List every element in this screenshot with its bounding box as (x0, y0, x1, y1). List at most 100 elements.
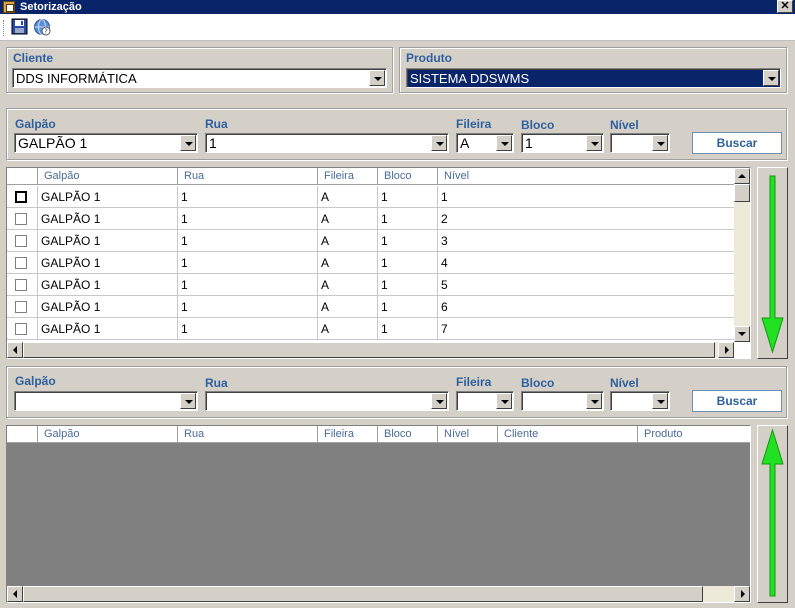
cell-fileira: A (317, 252, 377, 274)
galpao-value: GALPÃO 1 (18, 136, 88, 151)
bloco-combobox[interactable] (521, 391, 604, 411)
table-row[interactable]: GALPÃO 1 1 A 1 3 (7, 230, 735, 252)
chevron-down-icon[interactable] (586, 135, 602, 151)
scroll-thumb[interactable] (23, 586, 703, 602)
fileira-combobox[interactable]: A (456, 133, 514, 153)
table-row[interactable]: GALPÃO 1 1 A 1 4 (7, 252, 735, 274)
grid-bottom-header: Galpão Rua Fileira Bloco Nível Cliente P… (7, 426, 750, 443)
cell-galpao: GALPÃO 1 (37, 208, 177, 230)
row-checkbox[interactable] (15, 235, 27, 247)
cell-galpao: GALPÃO 1 (37, 296, 177, 318)
table-row[interactable]: GALPÃO 1 1 A 1 1 (7, 186, 735, 208)
move-up-button[interactable] (757, 425, 788, 603)
cell-bloco: 1 (377, 274, 437, 296)
bloco-label: Bloco (521, 118, 555, 132)
galpao-combobox[interactable]: GALPÃO 1 (14, 133, 198, 153)
bloco-value: 1 (525, 136, 533, 151)
col-nivel[interactable]: Nível (437, 168, 735, 185)
grid-top-vscrollbar[interactable] (734, 168, 750, 342)
cell-rua: 1 (177, 296, 317, 318)
col-fileira[interactable]: Fileira (317, 168, 377, 185)
row-checkbox[interactable] (15, 213, 27, 225)
chevron-down-icon[interactable] (652, 393, 668, 409)
chevron-down-icon[interactable] (586, 393, 602, 409)
chevron-down-icon[interactable] (431, 135, 447, 151)
row-checkbox[interactable] (15, 301, 27, 313)
buscar-button-bottom[interactable]: Buscar (692, 390, 782, 412)
chevron-down-icon[interactable] (369, 70, 385, 86)
help-button[interactable]: ? (33, 18, 51, 36)
nivel-combobox[interactable] (610, 133, 670, 153)
table-row[interactable]: GALPÃO 1 1 A 1 2 (7, 208, 735, 230)
chevron-down-icon[interactable] (496, 135, 512, 151)
cell-fileira: A (317, 318, 377, 340)
row-checkbox[interactable] (15, 279, 27, 291)
cell-fileira: A (317, 230, 377, 252)
chevron-down-icon[interactable] (496, 393, 512, 409)
cell-nivel: 4 (437, 252, 735, 274)
cell-bloco: 1 (377, 186, 437, 208)
produto-value: SISTEMA DDSWMS (410, 71, 530, 86)
row-checkbox[interactable] (15, 257, 27, 269)
scroll-left-button[interactable] (7, 342, 23, 358)
col-rua[interactable]: Rua (177, 168, 317, 185)
chevron-down-icon[interactable] (652, 135, 668, 151)
scroll-down-button[interactable] (734, 326, 750, 342)
move-down-button[interactable] (757, 167, 788, 359)
col-bloco[interactable]: Bloco (377, 426, 437, 443)
col-cliente[interactable]: Cliente (497, 426, 637, 443)
cell-rua: 1 (177, 274, 317, 296)
fileira-combobox[interactable] (456, 391, 514, 411)
close-button[interactable]: ✕ (777, 0, 793, 13)
bloco-combobox[interactable]: 1 (521, 133, 604, 153)
produto-combobox[interactable]: SISTEMA DDSWMS (406, 68, 781, 88)
chevron-down-icon[interactable] (180, 393, 196, 409)
cell-rua: 1 (177, 186, 317, 208)
rua-value: 1 (209, 136, 217, 151)
table-row[interactable]: GALPÃO 1 1 A 1 5 (7, 274, 735, 296)
col-fileira[interactable]: Fileira (317, 426, 377, 443)
scroll-right-button[interactable] (718, 342, 734, 358)
rua-combobox[interactable]: 1 (205, 133, 449, 153)
svg-text:?: ? (44, 28, 48, 36)
row-checkbox[interactable] (15, 323, 27, 335)
grid-bottom[interactable]: Galpão Rua Fileira Bloco Nível Cliente P… (6, 425, 751, 603)
scroll-right-button[interactable] (734, 586, 750, 602)
col-nivel[interactable]: Nível (437, 426, 497, 443)
scroll-up-button[interactable] (734, 168, 750, 184)
cliente-combobox[interactable]: DDS INFORMÁTICA (12, 68, 387, 88)
grid-top[interactable]: Galpão Rua Fileira Bloco Nível GALPÃO 1 … (6, 167, 751, 359)
cell-rua: 1 (177, 318, 317, 340)
scroll-thumb[interactable] (734, 184, 750, 202)
cell-rua: 1 (177, 252, 317, 274)
rua-label: Rua (205, 117, 228, 131)
table-row[interactable]: GALPÃO 1 1 A 1 6 (7, 296, 735, 318)
scroll-left-button[interactable] (7, 586, 23, 602)
chevron-down-icon[interactable] (180, 135, 196, 151)
cell-galpao: GALPÃO 1 (37, 318, 177, 340)
nivel-combobox[interactable] (610, 391, 670, 411)
save-button[interactable] (11, 18, 29, 36)
galpao-combobox[interactable] (14, 391, 198, 411)
row-checkbox[interactable] (15, 191, 27, 203)
col-rua[interactable]: Rua (177, 426, 317, 443)
chevron-down-icon[interactable] (431, 393, 447, 409)
cliente-label: Cliente (13, 51, 54, 65)
col-galpao[interactable]: Galpão (37, 426, 177, 443)
cell-fileira: A (317, 186, 377, 208)
grid-top-header: Galpão Rua Fileira Bloco Nível (7, 168, 735, 185)
grid-top-hscrollbar[interactable] (7, 342, 734, 358)
rua-combobox[interactable] (205, 391, 449, 411)
grid-bottom-hscrollbar[interactable] (7, 586, 750, 602)
cell-bloco: 1 (377, 296, 437, 318)
table-row[interactable]: GALPÃO 1 1 A 1 7 (7, 318, 735, 340)
col-galpao[interactable]: Galpão (37, 168, 177, 185)
help-globe-icon: ? (34, 19, 51, 36)
col-produto[interactable]: Produto (637, 426, 750, 443)
buscar-button-top[interactable]: Buscar (692, 132, 782, 154)
chevron-down-icon[interactable] (763, 70, 779, 86)
cell-galpao: GALPÃO 1 (37, 274, 177, 296)
col-bloco[interactable]: Bloco (377, 168, 437, 185)
toolbar-grip (3, 20, 6, 36)
scroll-thumb[interactable] (23, 342, 715, 358)
